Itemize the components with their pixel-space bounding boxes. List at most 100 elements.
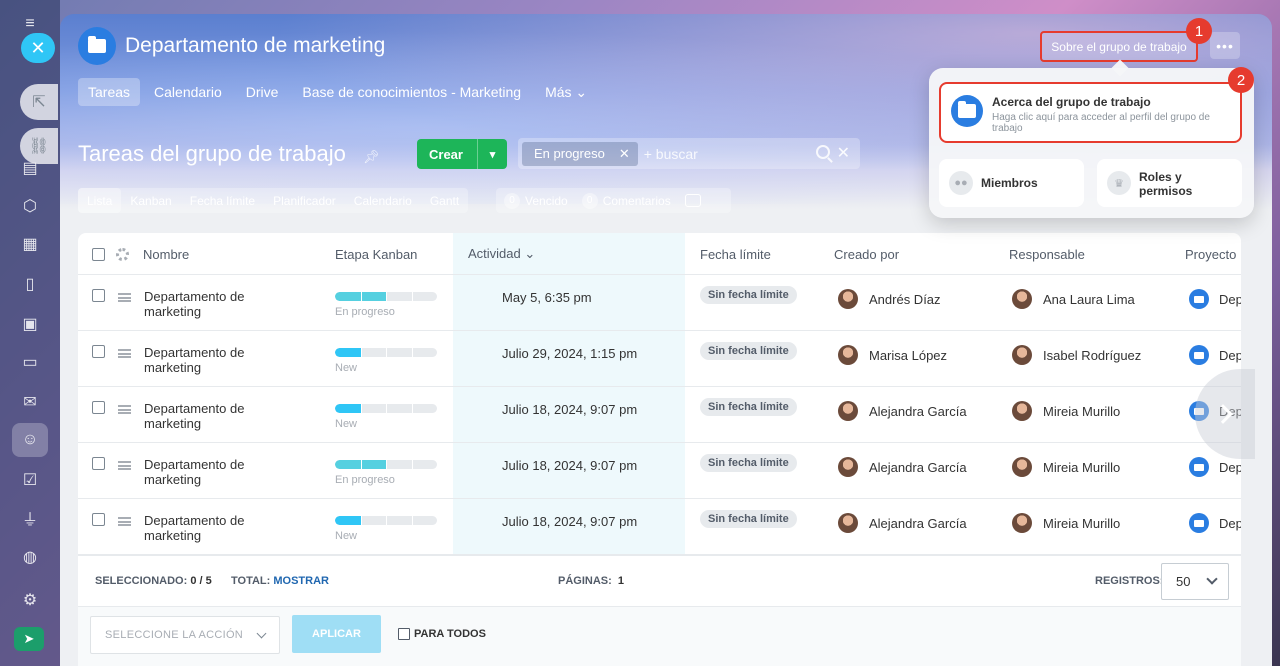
tab-knowledge-base[interactable]: Base de conocimientos - Marketing	[292, 78, 531, 106]
created-by-name[interactable]: Alejandra García	[869, 516, 967, 531]
row-checkbox[interactable]	[92, 513, 105, 526]
table-row[interactable]: Departamento de marketing En progreso Juli…	[78, 443, 1241, 499]
avatar[interactable]	[838, 401, 858, 421]
table-row[interactable]: Departamento de marketing New Julio 18, 20…	[78, 387, 1241, 443]
project-name[interactable]: Dep	[1219, 516, 1241, 531]
table-row[interactable]: Departamento de marketing En progreso May …	[78, 275, 1241, 331]
roles-permissions-item[interactable]: ♛ Roles y permisos	[1097, 159, 1242, 207]
avatar[interactable]	[1012, 457, 1032, 477]
create-button[interactable]: Crear ▾	[417, 139, 507, 169]
open-new-window-icon[interactable]: ⇱	[20, 84, 58, 120]
records-per-page-select[interactable]: 50	[1161, 563, 1229, 600]
settings-icon[interactable]: ⚙	[18, 588, 42, 612]
filter-chip-in-progress[interactable]: En progreso ✕	[522, 141, 638, 166]
kanban-stage-bar[interactable]	[335, 404, 437, 413]
responsible-name[interactable]: Ana Laura Lima	[1043, 292, 1135, 307]
header-name[interactable]: Nombre	[143, 233, 189, 275]
apply-button[interactable]: APLICAR	[292, 615, 381, 653]
responsible-name[interactable]: Mireia Murillo	[1043, 404, 1120, 419]
select-all-checkbox[interactable]	[92, 247, 105, 261]
clear-search-icon[interactable]: ✕	[837, 143, 850, 163]
deadline-badge[interactable]: Sin fecha límite	[700, 342, 797, 360]
deadline-badge[interactable]: Sin fecha límite	[700, 286, 797, 304]
chevron-down-icon[interactable]: ▾	[477, 139, 507, 169]
tasks-icon[interactable]: ☑	[18, 468, 42, 492]
search-icon[interactable]	[816, 145, 830, 159]
kanban-stage-bar[interactable]	[335, 516, 437, 525]
view-planner[interactable]: Planificador	[264, 188, 345, 213]
deadline-badge[interactable]: Sin fecha límite	[700, 454, 797, 472]
hexagon-icon[interactable]: ⬡	[18, 194, 42, 218]
row-checkbox[interactable]	[92, 401, 105, 414]
drag-handle-icon[interactable]	[118, 461, 131, 470]
header-deadline[interactable]: Fecha límite	[700, 233, 771, 275]
kanban-stage-bar[interactable]	[335, 348, 437, 357]
tab-more[interactable]: Más ⌄	[535, 78, 597, 106]
view-list[interactable]: Lista	[78, 188, 122, 213]
deadline-badge[interactable]: Sin fecha límite	[700, 510, 797, 528]
row-checkbox[interactable]	[92, 289, 105, 302]
header-responsible[interactable]: Responsable	[1009, 233, 1085, 275]
tab-drive[interactable]: Drive	[236, 78, 289, 106]
project-name[interactable]: Dep	[1219, 292, 1241, 307]
gear-icon[interactable]	[116, 247, 129, 261]
avatar[interactable]	[838, 457, 858, 477]
kanban-stage-bar[interactable]	[335, 292, 437, 301]
counter-overdue[interactable]: 0 Vencido	[504, 192, 568, 209]
drag-handle-icon[interactable]	[118, 293, 131, 302]
created-by-name[interactable]: Marisa López	[869, 348, 947, 363]
header-kanban[interactable]: Etapa Kanban	[335, 233, 417, 275]
about-workgroup-item[interactable]: Acerca del grupo de trabajo Haga clic aq…	[939, 82, 1242, 143]
task-name[interactable]: Departamento de marketing	[144, 513, 254, 543]
about-workgroup-button[interactable]: Sobre el grupo de trabajo	[1040, 31, 1198, 62]
card-icon[interactable]: ▭	[18, 350, 42, 374]
created-by-name[interactable]: Alejandra García	[869, 404, 967, 419]
avatar[interactable]	[1012, 513, 1032, 533]
header-activity[interactable]: Actividad ⌄	[468, 233, 535, 275]
table-row[interactable]: Departamento de marketing New Julio 18, 20…	[78, 499, 1241, 555]
search-input[interactable]	[643, 145, 814, 162]
responsible-name[interactable]: Isabel Rodríguez	[1043, 348, 1141, 363]
task-name[interactable]: Departamento de marketing	[144, 345, 254, 375]
counter-comments[interactable]: 0 Comentarios	[581, 192, 671, 209]
action-select[interactable]: SELECCIONE LA ACCIÓN	[90, 616, 280, 654]
more-options-button[interactable]: •••	[1210, 32, 1240, 59]
remove-filter-icon[interactable]: ✕	[619, 146, 630, 162]
filter-icon[interactable]: ⏚	[18, 506, 42, 530]
view-kanban[interactable]: Kanban	[121, 188, 180, 213]
show-total-link[interactable]: MOSTRAR	[273, 575, 329, 587]
rocket-icon[interactable]: ➤	[14, 627, 44, 651]
groups-icon[interactable]: ☺	[18, 428, 42, 452]
document-icon[interactable]: ▤	[18, 156, 42, 180]
drag-handle-icon[interactable]	[118, 517, 131, 526]
view-calendar[interactable]: Calendario	[345, 188, 421, 213]
table-row[interactable]: Departamento de marketing New Julio 29, 20…	[78, 331, 1241, 387]
row-checkbox[interactable]	[92, 457, 105, 470]
responsible-name[interactable]: Mireia Murillo	[1043, 460, 1120, 475]
kanban-stage-bar[interactable]	[335, 460, 437, 469]
project-name[interactable]: Dep	[1219, 460, 1241, 475]
board-icon[interactable]: ▣	[18, 312, 42, 336]
view-deadline[interactable]: Fecha límite	[181, 188, 264, 213]
avatar[interactable]	[838, 289, 858, 309]
robot-icon[interactable]: ◍	[18, 545, 42, 569]
for-all-checkbox[interactable]	[398, 628, 410, 640]
project-name[interactable]: Dep	[1219, 348, 1241, 363]
drag-handle-icon[interactable]	[118, 349, 131, 358]
deadline-badge[interactable]: Sin fecha límite	[700, 398, 797, 416]
responsible-name[interactable]: Mireia Murillo	[1043, 516, 1120, 531]
row-checkbox[interactable]	[92, 345, 105, 358]
pin-icon[interactable]: 📌︎	[363, 149, 380, 165]
file-icon[interactable]: ▯	[18, 272, 42, 296]
chat-read-icon[interactable]	[684, 194, 701, 207]
members-item[interactable]: ●● Miembros	[939, 159, 1084, 207]
avatar[interactable]	[838, 513, 858, 533]
mail-icon[interactable]: ✉	[18, 390, 42, 414]
tab-tasks[interactable]: Tareas	[78, 78, 141, 106]
task-name[interactable]: Departamento de marketing	[144, 401, 254, 431]
task-name[interactable]: Departamento de marketing	[144, 457, 254, 487]
avatar[interactable]	[1012, 345, 1032, 365]
search-filter-bar[interactable]: En progreso ✕ ✕	[518, 138, 860, 169]
task-name[interactable]: Departamento de marketing	[144, 289, 254, 319]
avatar[interactable]	[1012, 401, 1032, 421]
